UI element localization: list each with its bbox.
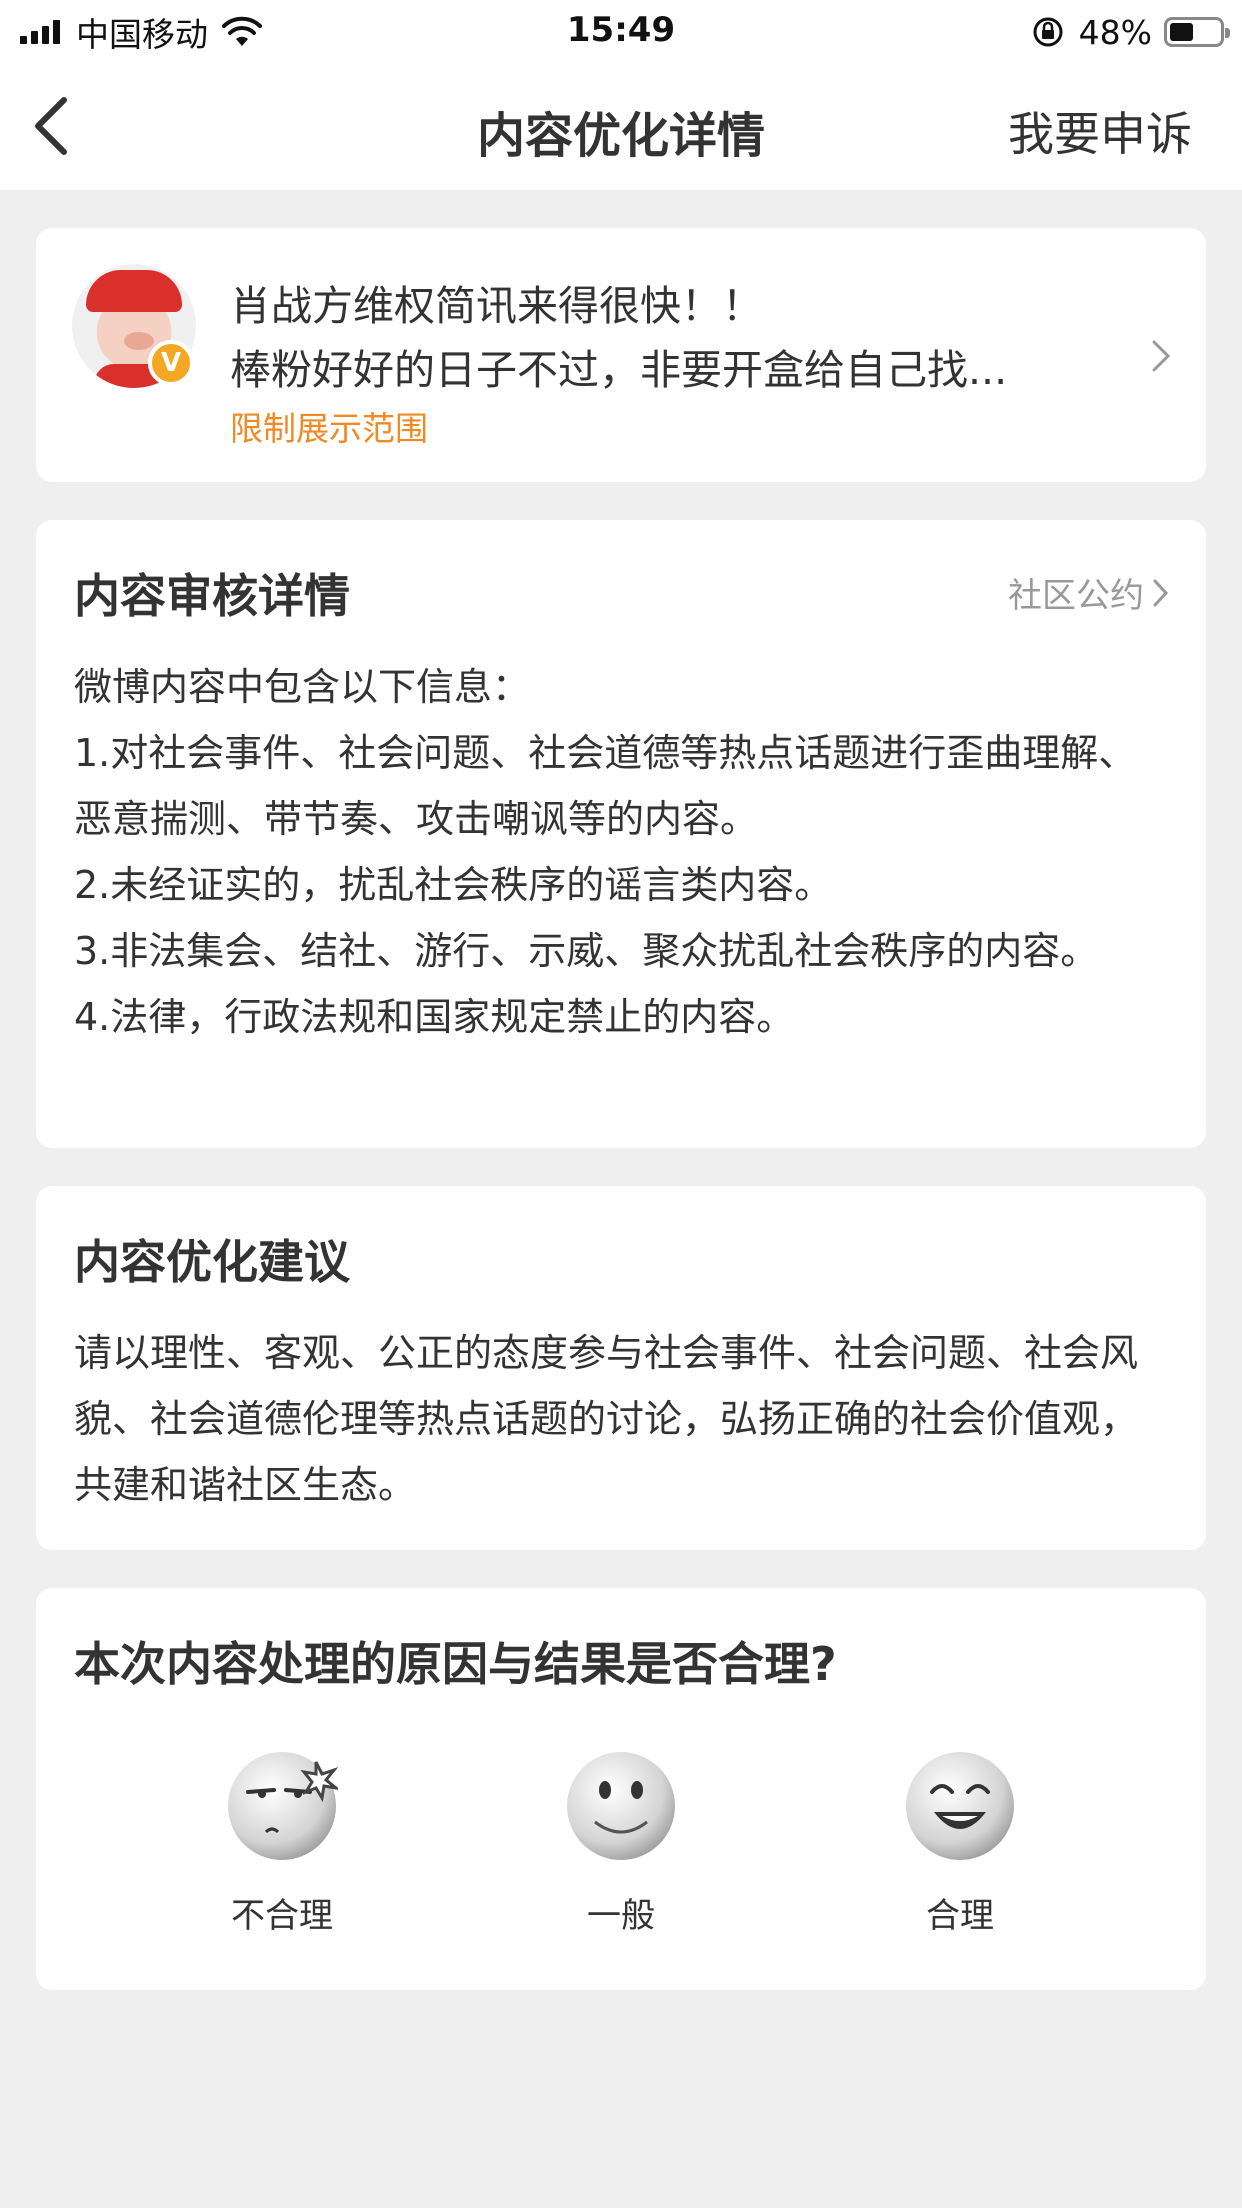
feedback-label: 合理 [926, 1896, 994, 1936]
orientation-lock-icon [1033, 17, 1063, 47]
annoyed-face-icon [228, 1752, 338, 1860]
feedback-option-unreasonable[interactable]: 不合理 [182, 1750, 382, 1937]
community-rules-label: 社区公约 [1008, 576, 1144, 616]
review-item: 3.非法集会、结社、游行、示威、聚众扰乱社会秩序的内容。 [74, 929, 1099, 973]
feedback-card: 本次内容处理的原因与结果是否合理? 不合理 一般 合理 [36, 1588, 1206, 1990]
battery-percent: 48% [1078, 12, 1152, 52]
review-body: 微博内容中包含以下信息： 1.对社会事件、社会问题、社会道德等热点话题进行歪曲理… [74, 654, 1174, 1050]
post-card[interactable]: V 肖战方维权简讯来得很快！！ 棒粉好好的日子不过，非要开盒给自己找... 限制… [36, 228, 1206, 482]
happy-face-icon [906, 1752, 1014, 1860]
feedback-label: 不合理 [231, 1896, 333, 1936]
nav-bar: 内容优化详情 我要申诉 [0, 62, 1242, 190]
review-intro: 微博内容中包含以下信息： [74, 665, 531, 709]
suggestion-body: 请以理性、客观、公正的态度参与社会事件、社会问题、社会风貌、社会道德伦理等热点话… [74, 1331, 1139, 1507]
battery-icon [1164, 17, 1230, 47]
feedback-label: 一般 [587, 1896, 655, 1936]
review-item: 2.未经证实的，扰乱社会秩序的谣言类内容。 [74, 863, 833, 907]
chevron-right-icon [1153, 579, 1169, 606]
review-card: 内容审核详情 社区公约 微博内容中包含以下信息： 1.对社会事件、社会问题、社会… [36, 520, 1206, 1148]
post-text-line2: 棒粉好好的日子不过，非要开盒给自己找... [230, 346, 1008, 394]
feedback-option-reasonable[interactable]: 合理 [860, 1750, 1060, 1937]
review-title: 内容审核详情 [74, 569, 350, 623]
suggestion-title: 内容优化建议 [74, 1235, 350, 1289]
feedback-option-neutral[interactable]: 一般 [521, 1750, 721, 1937]
community-rules-link[interactable]: 社区公约 [1008, 568, 1170, 617]
appeal-button[interactable]: 我要申诉 [1008, 98, 1192, 164]
neutral-face-icon [567, 1752, 675, 1860]
review-item: 1.对社会事件、社会问题、社会道德等热点话题进行歪曲理解、恶意揣测、带节奏、攻击… [74, 731, 1137, 841]
chevron-right-icon [1152, 340, 1171, 372]
battery-fill [1170, 23, 1194, 41]
post-text-line1: 肖战方维权简讯来得很快！！ [230, 282, 763, 330]
post-status: 限制展示范围 [230, 409, 428, 448]
feedback-question: 本次内容处理的原因与结果是否合理? [74, 1637, 837, 1691]
suggestion-card: 内容优化建议 请以理性、客观、公正的态度参与社会事件、社会问题、社会风貌、社会道… [36, 1186, 1206, 1550]
review-item: 4.法律，行政法规和国家规定禁止的内容。 [74, 995, 795, 1039]
verified-badge-icon: V [148, 340, 194, 386]
status-bar: 中国移动 15:49 48% [0, 0, 1242, 62]
status-right: 48% [1031, 12, 1230, 52]
